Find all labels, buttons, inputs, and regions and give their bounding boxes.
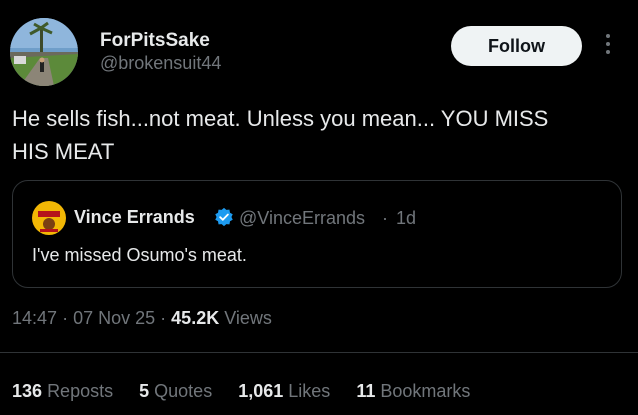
reposts-stat[interactable]: 136 Reposts (12, 381, 113, 401)
bookmarks-stat[interactable]: 11 Bookmarks (356, 381, 470, 401)
bookmarks-label: Bookmarks (380, 381, 471, 401)
separator-dot: · (160, 308, 167, 328)
more-icon[interactable] (600, 34, 616, 60)
quote-author-handle[interactable]: @VinceErrands (239, 208, 365, 229)
separator-dot: · (62, 308, 69, 328)
tweet-text: He sells fish...not meat. Unless you mea… (12, 106, 549, 164)
likes-label: Likes (288, 381, 331, 401)
likes-count: 1,061 (238, 381, 284, 401)
quotes-label: Quotes (154, 381, 213, 401)
engagement-stats: 136 Reposts 5 Quotes 1,061 Likes 11 Book… (12, 381, 470, 402)
reposts-label: Reposts (47, 381, 114, 401)
bookmarks-count: 11 (356, 381, 376, 401)
quote-author-name[interactable]: Vince Errands (74, 207, 195, 228)
author-avatar[interactable] (10, 18, 78, 86)
tweet-time[interactable]: 14:47 (12, 308, 57, 328)
quote-timestamp[interactable]: 1d (396, 208, 416, 229)
reposts-count: 136 (12, 381, 43, 401)
author-name[interactable]: ForPitsSake (100, 30, 210, 52)
views-label: Views (224, 308, 272, 328)
likes-stat[interactable]: 1,061 Likes (238, 381, 330, 401)
quote-author-avatar[interactable] (32, 201, 66, 235)
separator-dot: · (382, 208, 388, 228)
quotes-count: 5 (139, 381, 150, 401)
quote-tweet-card[interactable]: Vince Errands @VinceErrands · 1d I've mi… (12, 180, 622, 288)
divider (0, 352, 638, 353)
quote-text: I've missed Osumo's meat. (32, 245, 247, 265)
verified-badge-icon (214, 207, 234, 227)
quotes-stat[interactable]: 5 Quotes (139, 381, 212, 401)
follow-button[interactable]: Follow (451, 26, 582, 66)
views-count: 45.2K (171, 308, 220, 328)
author-handle[interactable]: @brokensuit44 (100, 53, 221, 74)
tweet-date[interactable]: 07 Nov 25 (73, 308, 155, 328)
tweet-meta: 14:47 · 07 Nov 25 · 45.2K Views (12, 308, 272, 329)
